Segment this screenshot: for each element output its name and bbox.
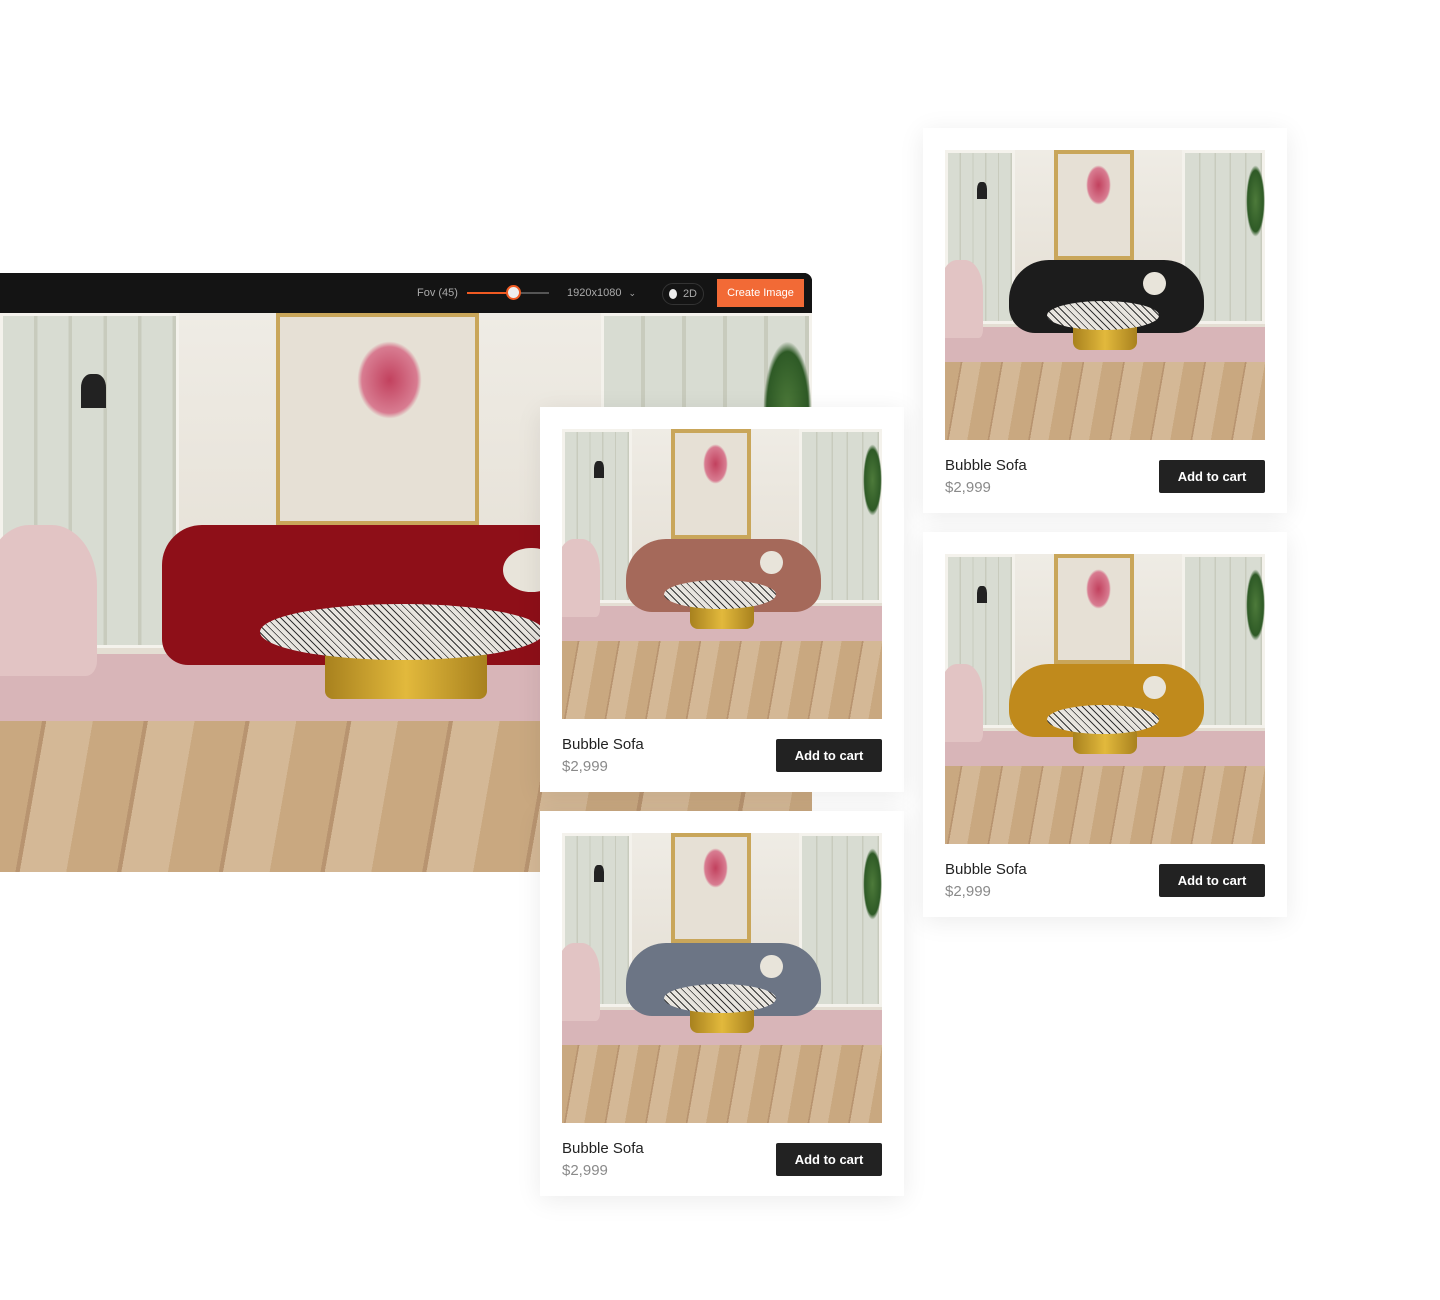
resolution-dropdown[interactable]: 1920x1080 ⌄	[567, 273, 636, 313]
product-image[interactable]	[945, 150, 1265, 440]
fov-slider[interactable]	[467, 273, 549, 313]
coffee-table	[1047, 704, 1160, 734]
floor-lamp	[81, 374, 106, 409]
product-price: $2,999	[562, 1162, 608, 1179]
product-card: Bubble Sofa $2,999 Add to cart	[923, 532, 1287, 917]
create-image-button[interactable]: Create Image	[717, 279, 804, 307]
armchair	[562, 943, 601, 1022]
fov-label: Fov (45)	[417, 287, 458, 299]
pillow	[1143, 675, 1166, 699]
resolution-value: 1920x1080	[567, 287, 622, 299]
viewer-toolbar: Fov (45) 1920x1080 ⌄ 2D Create Image	[0, 273, 812, 313]
coffee-table	[1047, 300, 1160, 330]
plant	[862, 847, 882, 920]
product-price: $2,999	[945, 883, 991, 900]
product-price: $2,999	[562, 758, 608, 775]
pillow	[760, 550, 783, 574]
2d-toggle[interactable]: 2D	[662, 283, 704, 305]
armchair	[945, 664, 984, 743]
plant	[1245, 568, 1265, 641]
chevron-down-icon: ⌄	[628, 287, 636, 298]
product-title: Bubble Sofa	[562, 736, 644, 753]
armchair	[0, 525, 98, 677]
product-price: $2,999	[945, 479, 991, 496]
add-to-cart-button[interactable]: Add to cart	[776, 1143, 882, 1176]
toggle-knob	[669, 289, 677, 299]
add-to-cart-button[interactable]: Add to cart	[1159, 460, 1265, 493]
product-image[interactable]	[562, 833, 882, 1123]
coffee-table	[259, 603, 545, 660]
product-card: Bubble Sofa $2,999 Add to cart	[540, 811, 904, 1196]
product-title: Bubble Sofa	[562, 1140, 644, 1157]
floor-lamp	[977, 181, 987, 200]
product-card: Bubble Sofa $2,999 Add to cart	[540, 407, 904, 792]
product-card: Bubble Sofa $2,999 Add to cart	[923, 128, 1287, 513]
toggle-label: 2D	[682, 288, 697, 300]
coffee-table	[664, 579, 777, 609]
flower-art	[357, 340, 423, 420]
plant	[1245, 164, 1265, 237]
armchair	[562, 539, 601, 618]
floor-lamp	[594, 460, 604, 479]
add-to-cart-button[interactable]: Add to cart	[1159, 864, 1265, 897]
pillow	[760, 954, 783, 978]
pillow	[1143, 271, 1166, 295]
floor-lamp	[977, 585, 987, 604]
product-image[interactable]	[562, 429, 882, 719]
floor-lamp	[594, 864, 604, 883]
product-image[interactable]	[945, 554, 1265, 844]
coffee-table	[664, 983, 777, 1013]
armchair	[945, 260, 984, 339]
slider-thumb[interactable]	[505, 285, 521, 300]
product-title: Bubble Sofa	[945, 457, 1027, 474]
add-to-cart-button[interactable]: Add to cart	[776, 739, 882, 772]
plant	[862, 443, 882, 516]
product-title: Bubble Sofa	[945, 861, 1027, 878]
